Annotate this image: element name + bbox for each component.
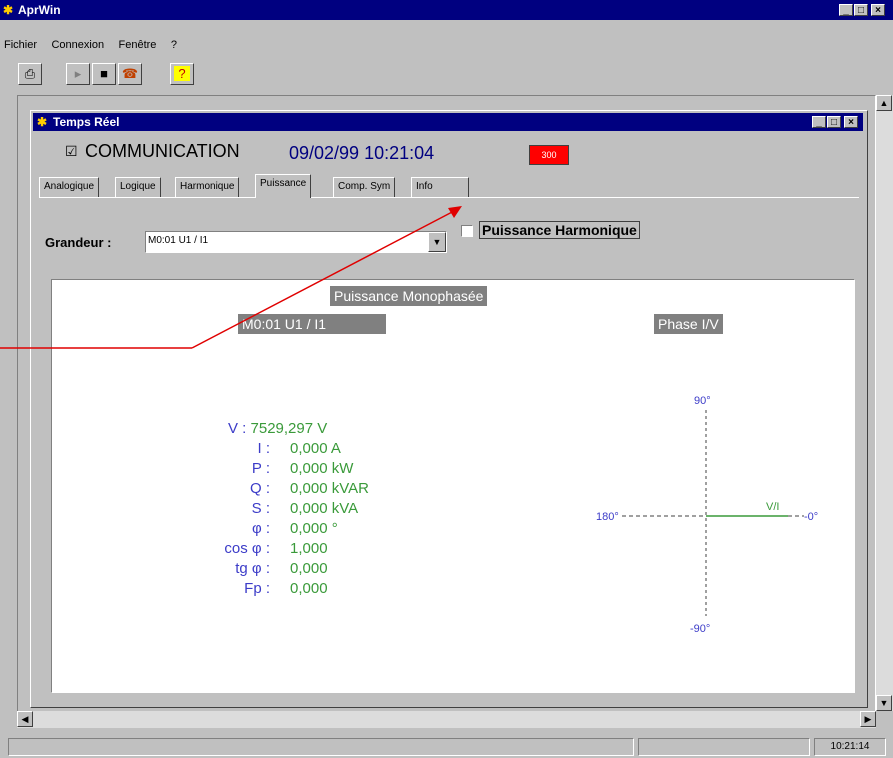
tab-puissance[interactable]: Puissance xyxy=(255,174,312,198)
annotation-arrow xyxy=(0,206,462,349)
